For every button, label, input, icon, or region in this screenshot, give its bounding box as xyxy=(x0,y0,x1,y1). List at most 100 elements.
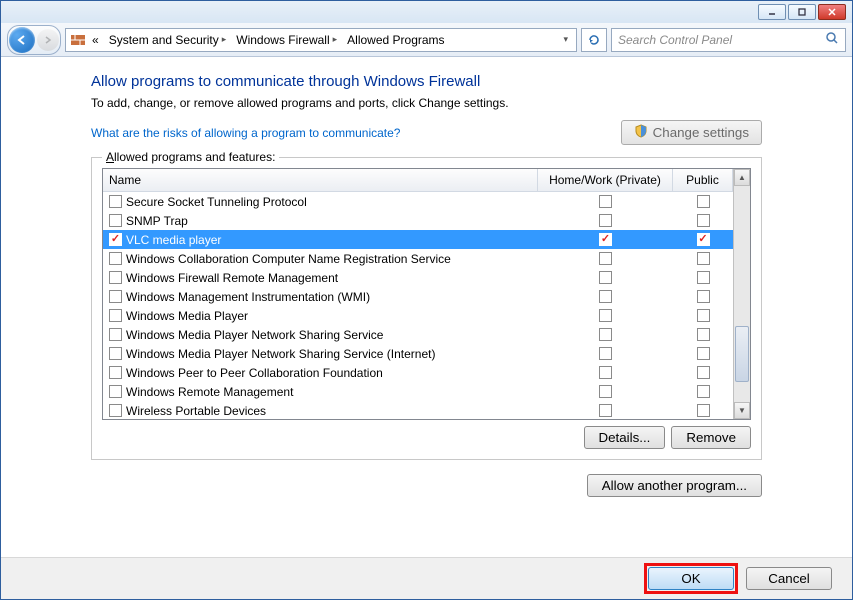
scroll-down-button[interactable]: ▼ xyxy=(734,402,750,419)
checkbox-home[interactable] xyxy=(599,309,612,322)
maximize-button[interactable] xyxy=(788,4,816,20)
page-title: Allow programs to communicate through Wi… xyxy=(91,73,762,90)
checkbox[interactable] xyxy=(109,385,122,398)
checkbox-public[interactable] xyxy=(697,366,710,379)
breadcrumb-item[interactable]: System and Security▸ xyxy=(105,31,231,49)
checkbox[interactable] xyxy=(109,347,122,360)
checkbox[interactable] xyxy=(109,271,122,284)
table-row[interactable]: Wireless Portable Devices xyxy=(103,401,733,419)
checkbox[interactable] xyxy=(109,233,122,246)
address-dropdown-icon[interactable]: ▾ xyxy=(559,34,572,45)
scroll-thumb[interactable] xyxy=(735,326,749,382)
list-header[interactable]: Name Home/Work (Private) Public xyxy=(103,169,733,192)
table-row[interactable]: SNMP Trap xyxy=(103,211,733,230)
breadcrumb-item[interactable]: Allowed Programs xyxy=(343,31,448,49)
table-row[interactable]: Windows Media Player Network Sharing Ser… xyxy=(103,325,733,344)
program-name: SNMP Trap xyxy=(126,214,188,228)
checkbox-home[interactable] xyxy=(599,233,612,246)
checkbox[interactable] xyxy=(109,404,122,417)
programs-listview[interactable]: Name Home/Work (Private) Public Secure S… xyxy=(102,168,751,420)
program-name: Windows Media Player Network Sharing Ser… xyxy=(126,328,383,342)
change-settings-label: Change settings xyxy=(653,125,749,140)
checkbox-home[interactable] xyxy=(599,252,612,265)
program-name: Windows Remote Management xyxy=(126,385,293,399)
titlebar xyxy=(1,1,852,23)
checkbox-public[interactable] xyxy=(697,309,710,322)
checkbox-home[interactable] xyxy=(599,214,612,227)
allow-another-program-button[interactable]: Allow another program... xyxy=(587,474,762,497)
column-home[interactable]: Home/Work (Private) xyxy=(538,169,673,191)
checkbox-public[interactable] xyxy=(697,195,710,208)
checkbox[interactable] xyxy=(109,195,122,208)
checkbox[interactable] xyxy=(109,290,122,303)
checkbox-public[interactable] xyxy=(697,385,710,398)
checkbox-home[interactable] xyxy=(599,385,612,398)
checkbox-public[interactable] xyxy=(697,233,710,246)
checkbox-public[interactable] xyxy=(697,214,710,227)
program-name: Windows Collaboration Computer Name Regi… xyxy=(126,252,451,266)
cancel-button[interactable]: Cancel xyxy=(746,567,832,590)
search-input[interactable]: Search Control Panel xyxy=(611,28,846,52)
checkbox-home[interactable] xyxy=(599,271,612,284)
table-row[interactable]: Windows Media Player Network Sharing Ser… xyxy=(103,344,733,363)
table-row[interactable]: Windows Peer to Peer Collaboration Found… xyxy=(103,363,733,382)
allowed-programs-group: Allowed programs and features: Name Home… xyxy=(91,157,762,460)
vertical-scrollbar[interactable]: ▲ ▼ xyxy=(733,169,750,419)
nav-buttons xyxy=(7,25,61,55)
checkbox-home[interactable] xyxy=(599,366,612,379)
scroll-track[interactable] xyxy=(734,186,750,402)
shield-icon xyxy=(634,124,648,141)
checkbox[interactable] xyxy=(109,309,122,322)
refresh-button[interactable] xyxy=(581,28,607,52)
column-public[interactable]: Public xyxy=(673,169,733,191)
table-row[interactable]: Windows Management Instrumentation (WMI) xyxy=(103,287,733,306)
table-row[interactable]: Windows Media Player xyxy=(103,306,733,325)
checkbox-public[interactable] xyxy=(697,290,710,303)
remove-button[interactable]: Remove xyxy=(671,426,751,449)
scroll-up-button[interactable]: ▲ xyxy=(734,169,750,186)
checkbox-home[interactable] xyxy=(599,290,612,303)
checkbox-home[interactable] xyxy=(599,195,612,208)
search-icon[interactable] xyxy=(825,31,839,48)
checkbox[interactable] xyxy=(109,252,122,265)
column-name[interactable]: Name xyxy=(103,169,538,191)
search-placeholder: Search Control Panel xyxy=(618,33,732,47)
ok-highlight: OK xyxy=(644,563,738,594)
forward-button[interactable] xyxy=(37,29,59,51)
navbar: « System and Security▸ Windows Firewall▸… xyxy=(1,23,852,57)
table-row[interactable]: Windows Remote Management xyxy=(103,382,733,401)
program-name: Windows Peer to Peer Collaboration Found… xyxy=(126,366,383,380)
program-name: Wireless Portable Devices xyxy=(126,404,266,418)
risks-link[interactable]: What are the risks of allowing a program… xyxy=(91,126,400,140)
checkbox[interactable] xyxy=(109,214,122,227)
address-bar[interactable]: « System and Security▸ Windows Firewall▸… xyxy=(65,28,577,52)
checkbox-home[interactable] xyxy=(599,328,612,341)
ok-button[interactable]: OK xyxy=(648,567,734,590)
checkbox-public[interactable] xyxy=(697,252,710,265)
breadcrumb-prefix[interactable]: « xyxy=(88,31,103,49)
details-button[interactable]: Details... xyxy=(584,426,666,449)
checkbox-public[interactable] xyxy=(697,271,710,284)
table-row[interactable]: VLC media player xyxy=(103,230,733,249)
breadcrumb-item[interactable]: Windows Firewall▸ xyxy=(232,31,341,49)
back-button[interactable] xyxy=(9,27,35,53)
table-row[interactable]: Windows Firewall Remote Management xyxy=(103,268,733,287)
checkbox[interactable] xyxy=(109,366,122,379)
checkbox-public[interactable] xyxy=(697,404,710,417)
firewall-icon xyxy=(70,32,86,48)
checkbox-public[interactable] xyxy=(697,347,710,360)
table-row[interactable]: Secure Socket Tunneling Protocol xyxy=(103,192,733,211)
change-settings-button[interactable]: Change settings xyxy=(621,120,762,145)
checkbox[interactable] xyxy=(109,328,122,341)
checkbox-home[interactable] xyxy=(599,347,612,360)
checkbox-public[interactable] xyxy=(697,328,710,341)
program-name: VLC media player xyxy=(126,233,221,247)
minimize-button[interactable] xyxy=(758,4,786,20)
group-label: Allowed programs and features: xyxy=(102,150,279,164)
close-button[interactable] xyxy=(818,4,846,20)
checkbox-home[interactable] xyxy=(599,404,612,417)
table-row[interactable]: Windows Collaboration Computer Name Regi… xyxy=(103,249,733,268)
program-name: Windows Firewall Remote Management xyxy=(126,271,338,285)
program-name: Secure Socket Tunneling Protocol xyxy=(126,195,307,209)
page-subtitle: To add, change, or remove allowed progra… xyxy=(91,96,762,110)
